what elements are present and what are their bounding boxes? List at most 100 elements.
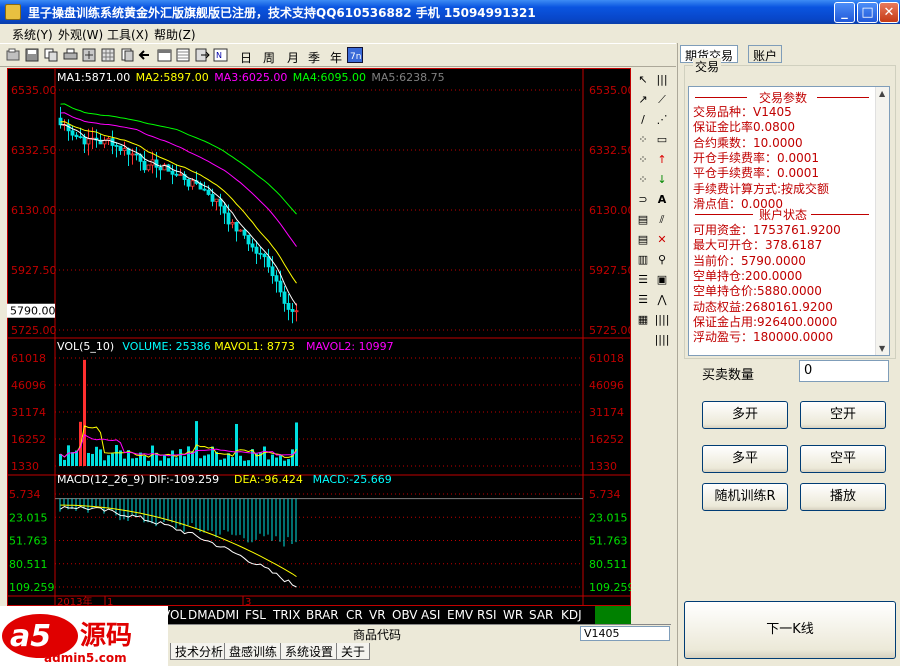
quantity-input[interactable]: 0 — [799, 360, 889, 382]
open-short-button[interactable]: 空开 — [800, 401, 886, 429]
indicator-tab-asi[interactable]: ASI — [421, 608, 440, 622]
volume-bar — [283, 460, 286, 466]
indicator-tab-dma[interactable]: DMA — [188, 608, 216, 622]
tab-technical-analysis[interactable]: 技术分析 — [170, 643, 229, 660]
period-quarter[interactable]: 季 — [308, 49, 320, 66]
tab-feel-training[interactable]: 盘感训练 — [224, 643, 283, 660]
indicator-tab-rsi[interactable]: RSI — [477, 608, 497, 622]
dots-icon[interactable]: ⁘ — [635, 132, 651, 148]
indicator-tab-obv[interactable]: OBV — [392, 608, 418, 622]
indicator-tab-vr[interactable]: VR — [369, 608, 386, 622]
rectangle-icon[interactable]: ▭ — [654, 132, 670, 148]
minimize-button[interactable]: _ — [834, 2, 855, 23]
gb-icon[interactable]: ▥ — [635, 252, 651, 268]
code-input[interactable]: V1405 — [580, 626, 670, 641]
back-arrow-icon[interactable] — [137, 48, 152, 62]
indicator-tab-fsl[interactable]: FSL — [245, 608, 266, 622]
volume-bar — [295, 422, 298, 466]
export-icon[interactable] — [195, 48, 210, 62]
chart-settings-icon[interactable]: 7n — [347, 47, 363, 63]
random-training-button[interactable]: 随机训练R — [702, 483, 788, 511]
dots2-icon[interactable]: ⁘ — [635, 152, 651, 168]
indicator-tab-sar[interactable]: SAR — [529, 608, 553, 622]
indicator-tab-trix[interactable]: TRIX — [273, 608, 300, 622]
volume-bar — [247, 460, 250, 466]
fan-icon[interactable]: ⋰ — [654, 112, 670, 128]
volume-bar — [167, 458, 170, 466]
tab-system-settings[interactable]: 系统设置 — [280, 643, 339, 660]
indicator-tab-dmi[interactable]: DMI — [216, 608, 239, 622]
indicator-icon[interactable]: N — [213, 48, 228, 62]
gp-icon[interactable]: ▤ — [635, 212, 651, 228]
box-icon[interactable]: ▣ — [654, 272, 670, 288]
list-icon[interactable]: ☰ — [635, 272, 651, 288]
close-button[interactable]: ✕ — [879, 2, 899, 23]
volume-bar — [147, 460, 150, 466]
macd-tick-left: 23.015 — [9, 511, 48, 524]
close-short-button[interactable]: 空平 — [800, 445, 886, 473]
legend-volume: VOLUME: 25386 — [122, 340, 210, 353]
print-icon[interactable] — [63, 48, 78, 62]
play-button[interactable]: 播放 — [800, 483, 886, 511]
volume-bar — [195, 421, 198, 466]
kline-chart[interactable]: 6535.00 6535.00 6332.50 6332.50 6130.00 6130.… — [7, 68, 631, 606]
volume-bar — [103, 460, 106, 466]
down-arrow-icon[interactable]: ↓ — [654, 172, 670, 188]
period-week[interactable]: 周 — [263, 49, 275, 66]
app-icon — [5, 4, 21, 20]
period-year[interactable]: 年 — [330, 49, 342, 66]
zigzag-icon[interactable]: ⋀ — [654, 292, 670, 308]
open-long-button[interactable]: 多开 — [702, 401, 788, 429]
list2-icon[interactable]: ☰ — [635, 292, 651, 308]
text-icon[interactable]: A — [654, 192, 670, 208]
legend-macd: MACD:-25.669 — [313, 473, 392, 486]
tab-account[interactable]: 账户 — [748, 45, 783, 63]
vertical-lines-icon[interactable]: ||| — [654, 72, 670, 88]
channel-icon[interactable]: ⫽ — [654, 212, 670, 228]
indicator-tab-emv[interactable]: EMV — [447, 608, 473, 622]
menu-system[interactable]: 系统(Y) — [12, 26, 53, 43]
gp2-icon[interactable]: ▤ — [635, 232, 651, 248]
save-icon[interactable] — [25, 48, 40, 62]
zoom-icon[interactable] — [82, 48, 97, 62]
macd-tick-right: 23.015 — [589, 511, 628, 524]
menu-help[interactable]: 帮助(Z) — [154, 26, 196, 43]
indicator-tab-brar[interactable]: BRAR — [306, 608, 339, 622]
tab-about[interactable]: 关于 — [336, 643, 371, 660]
indicator-tab-cr[interactable]: CR — [346, 608, 363, 622]
delete-icon[interactable]: ✕ — [654, 232, 670, 248]
menu-tools[interactable]: 工具(X) — [107, 26, 149, 43]
close-long-button[interactable]: 多平 — [702, 445, 788, 473]
dots3-icon[interactable]: ⁘ — [635, 172, 651, 188]
candle-body — [286, 302, 291, 310]
ray-icon[interactable]: ⟋ — [654, 92, 670, 108]
candle-body — [114, 145, 119, 147]
grid-icon[interactable] — [101, 48, 116, 62]
maximize-button[interactable]: □ — [857, 2, 878, 23]
price-tick-right: 6130.00 — [589, 204, 631, 217]
period-lines2-icon[interactable]: |||| — [654, 332, 670, 348]
menu-appearance[interactable]: 外观(W) — [58, 26, 103, 43]
calendar-icon[interactable] — [157, 48, 172, 62]
up-arrow-icon[interactable]: ↑ — [654, 152, 670, 168]
line-segment-icon[interactable]: / — [635, 112, 651, 128]
next-kline-button[interactable]: 下一K线 — [684, 601, 896, 659]
period-month[interactable]: 月 — [287, 49, 299, 66]
period-day[interactable]: 日 — [240, 49, 252, 66]
indicator-tab-kdj[interactable]: KDJ — [561, 608, 582, 622]
copy-icon[interactable] — [44, 48, 59, 62]
volume-bar — [71, 452, 74, 466]
magnet-icon[interactable]: ⚲ — [654, 252, 670, 268]
line-arrow-icon[interactable]: ↗ — [635, 92, 651, 108]
macd-tick-left: 109.259 — [9, 581, 55, 594]
volume-bar — [215, 451, 218, 466]
info-scrollbar[interactable]: ▲ ▼ — [875, 87, 889, 355]
period-lines-icon[interactable]: |||| — [654, 312, 670, 328]
open-file-icon[interactable] — [6, 48, 21, 62]
table-icon[interactable] — [176, 48, 191, 62]
pointer-icon[interactable]: ↖ — [635, 72, 651, 88]
pages-icon[interactable] — [120, 48, 135, 62]
hatch-icon[interactable]: ▦ — [635, 312, 651, 328]
indicator-tab-wr[interactable]: WR — [503, 608, 523, 622]
arc-icon[interactable]: ⊃ — [635, 192, 651, 208]
